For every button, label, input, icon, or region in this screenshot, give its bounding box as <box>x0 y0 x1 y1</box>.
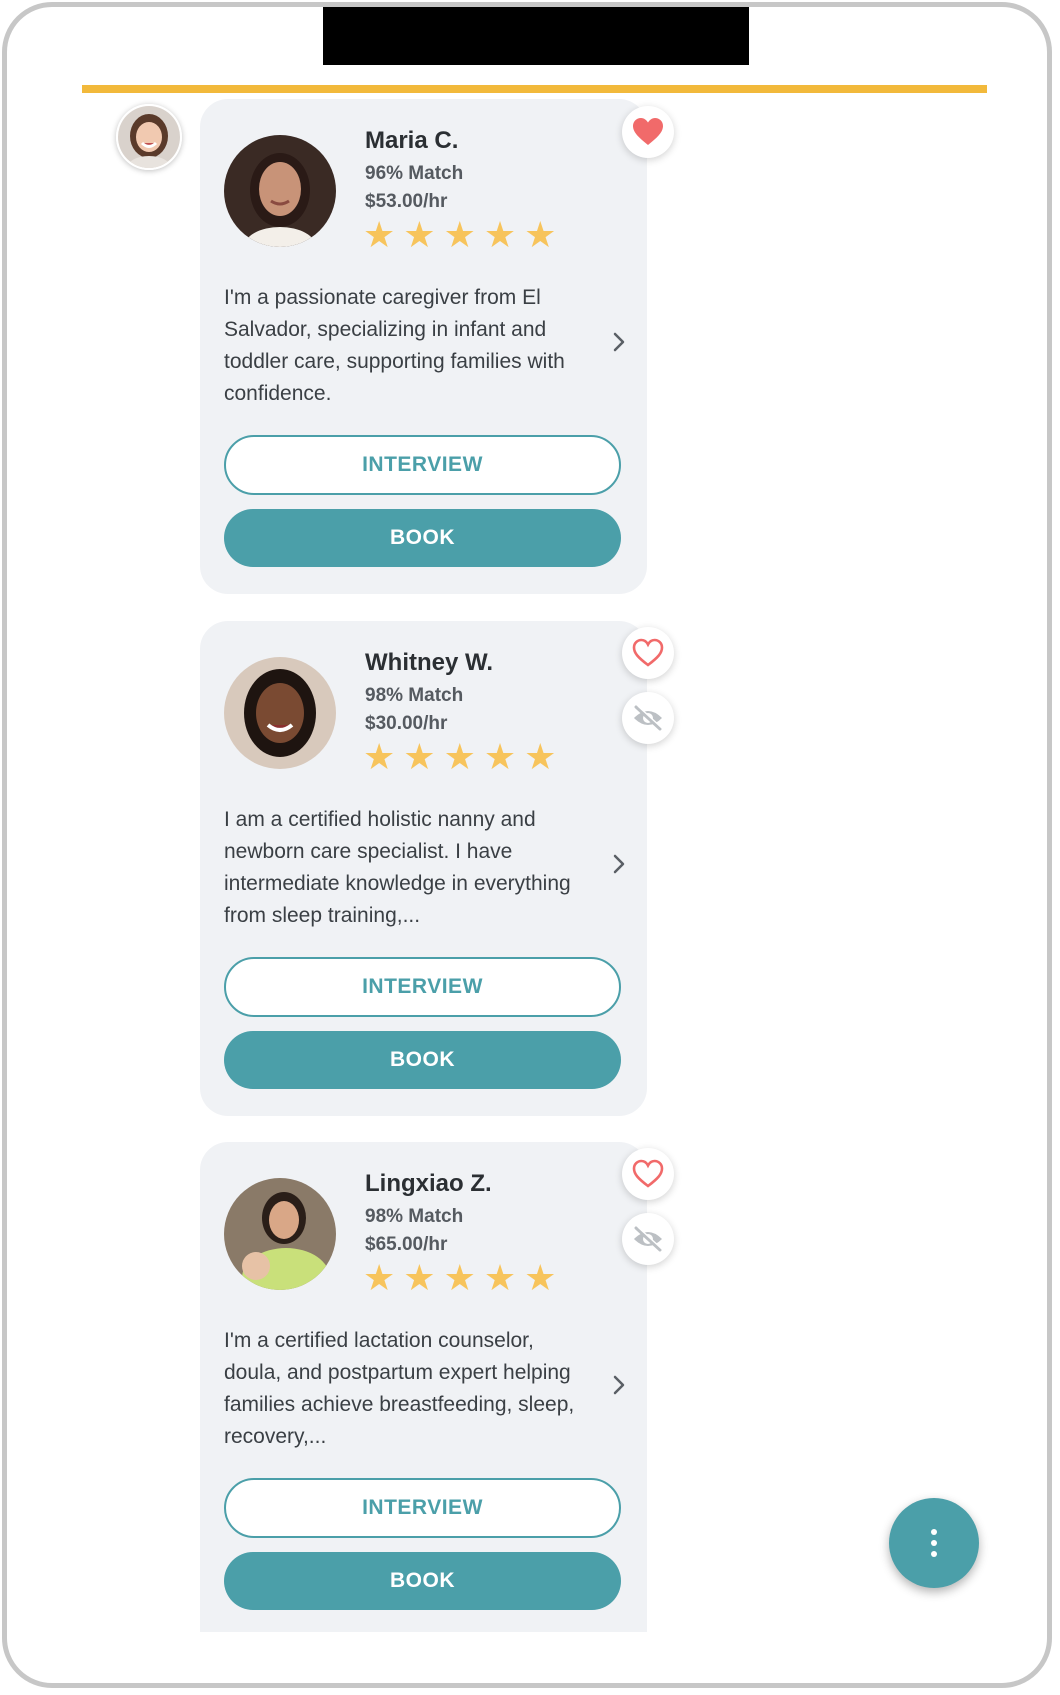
interview-button[interactable]: INTERVIEW <box>224 1478 621 1538</box>
chevron-right-icon[interactable] <box>608 1374 630 1396</box>
more-vertical-icon-dot <box>931 1551 937 1557</box>
caregiver-photo <box>224 1178 336 1290</box>
star-icon: ★ <box>483 214 517 255</box>
hourly-rate: $30.00/hr <box>365 713 448 734</box>
hide-button[interactable] <box>622 692 674 744</box>
star-icon: ★ <box>403 1257 436 1298</box>
star-rating: ★ ★ ★ ★ ★ <box>363 215 556 255</box>
chevron-right-icon[interactable] <box>608 331 630 353</box>
match-percent: 98% Match <box>365 685 464 706</box>
star-icon: ★ <box>483 1257 517 1298</box>
star-rating: ★ ★ ★ ★ ★ <box>363 737 556 777</box>
favorite-button[interactable] <box>622 106 674 158</box>
caregiver-card-lingxiao[interactable]: Lingxiao Z. 98% Match $65.00/hr ★ ★ ★ ★ … <box>200 1142 647 1632</box>
star-icon: ★ <box>483 736 517 777</box>
favorite-button[interactable] <box>622 1148 674 1200</box>
more-actions-button[interactable] <box>889 1498 979 1588</box>
hourly-rate: $53.00/hr <box>365 191 448 212</box>
match-percent: 96% Match <box>365 163 464 184</box>
eye-off-icon <box>634 705 663 731</box>
section-divider <box>82 85 987 93</box>
caregiver-bio: I am a certified holistic nanny and newb… <box>224 808 571 927</box>
book-button[interactable]: BOOK <box>224 1031 621 1089</box>
caregiver-card-maria[interactable]: Maria C. 96% Match $53.00/hr ★ ★ ★ ★ ★ I… <box>200 99 647 594</box>
star-icon: ★ <box>443 214 476 255</box>
caregiver-name: Lingxiao Z. <box>365 1170 492 1197</box>
book-button[interactable]: BOOK <box>224 509 621 567</box>
hourly-rate: $65.00/hr <box>365 1234 448 1255</box>
more-vertical-icon-dot <box>931 1540 937 1546</box>
hide-button[interactable] <box>622 1213 674 1265</box>
star-icon: ★ <box>363 1257 396 1298</box>
caregiver-bio: I'm a passionate caregiver from El Salva… <box>224 286 565 405</box>
caregiver-photo <box>224 135 336 247</box>
book-button[interactable]: BOOK <box>224 1552 621 1610</box>
interview-button[interactable]: INTERVIEW <box>224 435 621 495</box>
heart-filled-icon <box>633 118 663 145</box>
caregiver-bio: I'm a certified lactation counselor, dou… <box>224 1329 575 1448</box>
star-icon: ★ <box>524 1257 557 1298</box>
caregiver-card-whitney[interactable]: Whitney W. 98% Match $30.00/hr ★ ★ ★ ★ ★… <box>200 621 647 1116</box>
star-icon: ★ <box>403 214 436 255</box>
star-rating: ★ ★ ★ ★ ★ <box>363 1258 556 1298</box>
star-icon: ★ <box>524 214 557 255</box>
star-icon: ★ <box>363 736 396 777</box>
star-icon: ★ <box>363 214 396 255</box>
eye-off-icon <box>634 1226 663 1252</box>
favorite-button[interactable] <box>622 627 674 679</box>
caregiver-name: Maria C. <box>365 127 459 154</box>
heart-outline-icon <box>632 1159 664 1188</box>
interview-button[interactable]: INTERVIEW <box>224 957 621 1017</box>
more-vertical-icon <box>931 1529 937 1535</box>
star-icon: ★ <box>403 736 436 777</box>
redacted-bar <box>323 7 749 65</box>
heart-outline-icon <box>632 638 664 667</box>
caregiver-name: Whitney W. <box>365 649 493 676</box>
caregiver-photo <box>224 657 336 769</box>
star-icon: ★ <box>524 736 557 777</box>
device-frame: Maria C. 96% Match $53.00/hr ★ ★ ★ ★ ★ I… <box>2 2 1052 1688</box>
host-avatar[interactable] <box>116 104 182 170</box>
match-percent: 98% Match <box>365 1206 464 1227</box>
chevron-right-icon[interactable] <box>608 853 630 875</box>
star-icon: ★ <box>443 1257 476 1298</box>
star-icon: ★ <box>443 736 476 777</box>
